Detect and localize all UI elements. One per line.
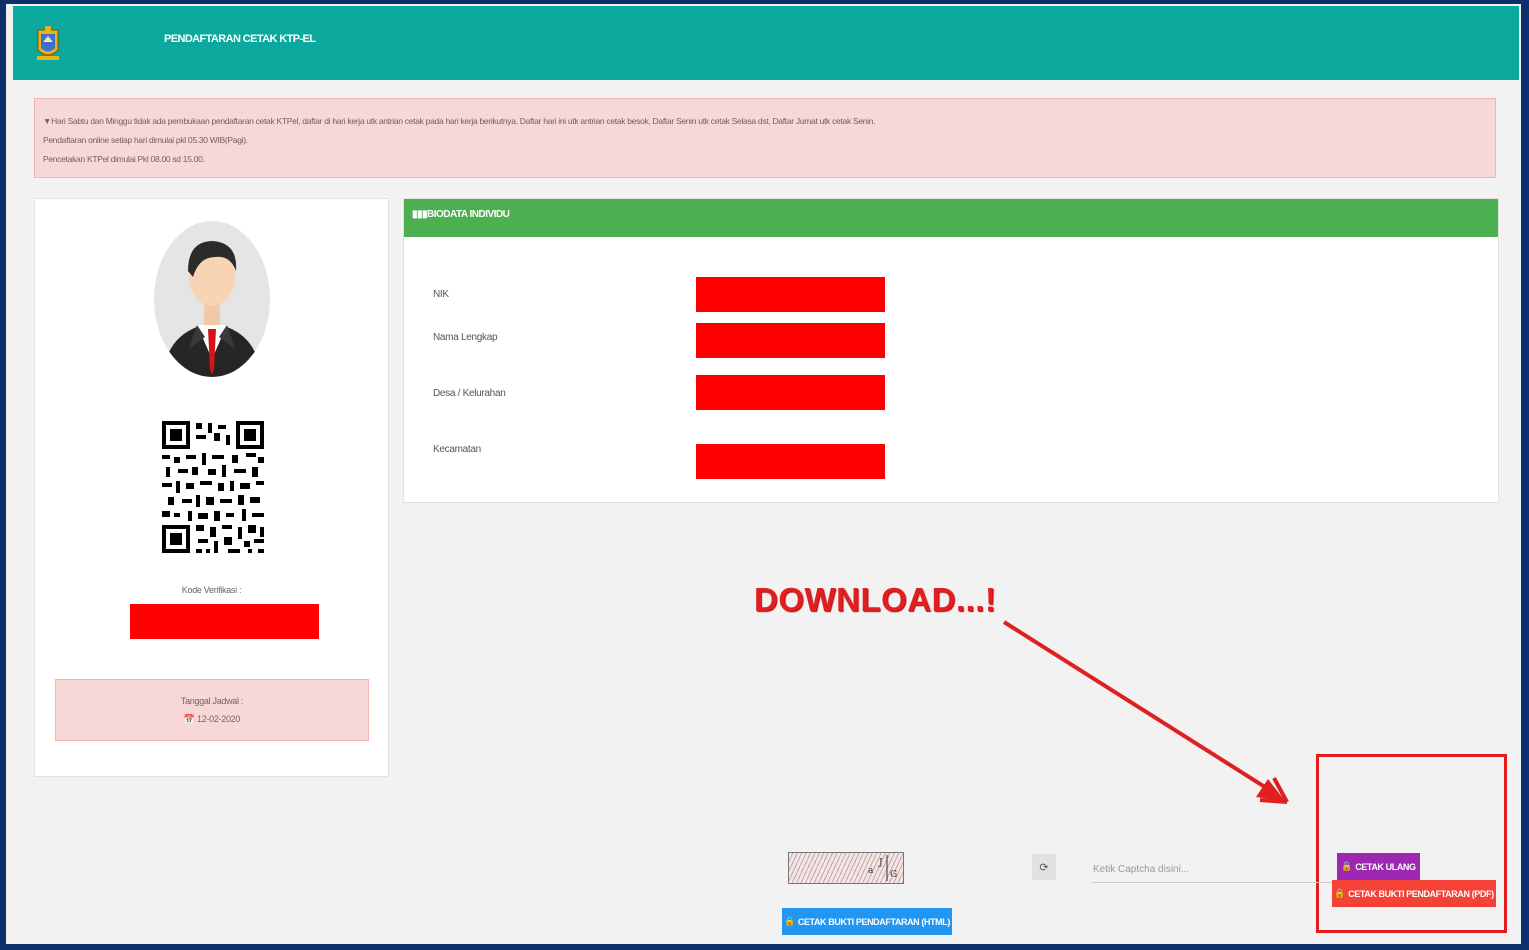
captcha-input[interactable] — [1092, 856, 1333, 883]
field-label-kecamatan: Kecamatan — [433, 444, 481, 455]
alert-icon: ▼ — [43, 116, 52, 126]
user-avatar — [154, 221, 270, 377]
profile-card: Kode Verifikasi : Tanggal Jadwal : 📅 12-… — [34, 198, 389, 777]
alert-line-1: Hari Sabtu dan Minggu tidak ada pembukaa… — [51, 116, 876, 126]
lock-icon: 🔒 — [1341, 861, 1353, 871]
qr-code — [162, 421, 264, 557]
alert-line-2: Pendaftaran online setiap hari dimulai p… — [43, 135, 248, 145]
captcha-glyphs: a J G — [868, 855, 897, 881]
field-label-desa: Desa / Kelurahan — [433, 388, 506, 399]
svg-text:J: J — [878, 858, 883, 868]
field-label-nik: NIK — [433, 289, 449, 300]
svg-text:a: a — [868, 866, 874, 876]
cetak-pdf-button[interactable]: 🔒 CETAK BUKTI PENDAFTARAN (PDF) — [1332, 880, 1496, 907]
schedule-box: Tanggal Jadwal : 📅 12-02-2020 — [55, 679, 369, 741]
app-title: PENDAFTARAN CETAK KTP-EL — [164, 33, 316, 45]
captcha-refresh-button[interactable]: ⟳ — [1032, 854, 1056, 880]
schedule-label: Tanggal Jadwal : — [180, 696, 244, 706]
field-value-nama-redacted — [696, 323, 885, 358]
calendar-icon: 📅 — [183, 714, 195, 724]
schedule-date: 12-02-2020 — [197, 714, 241, 724]
field-label-nama: Nama Lengkap — [433, 332, 498, 343]
alert-line-3: Pencetakan KTPel dimulai Pkl 08.00 sd 15… — [43, 154, 205, 164]
barcode-icon: ▮▮▮ — [412, 209, 428, 220]
info-alert: ▼Hari Sabtu dan Minggu tidak ada pembuka… — [34, 98, 1496, 178]
captcha-image: a J G — [788, 852, 904, 884]
biodata-title: BIODATA INDIVIDU — [427, 209, 510, 220]
verification-code-label: Kode Verifikasi : — [181, 585, 242, 595]
field-value-kecamatan-redacted — [696, 444, 885, 479]
biodata-card: ▮▮▮BIODATA INDIVIDU NIK Nama Lengkap Des… — [403, 198, 1499, 503]
lock-icon: 🔒 — [1334, 888, 1346, 898]
verification-code-redacted — [130, 604, 319, 639]
lock-icon: 🔒 — [784, 916, 795, 926]
field-value-nik-redacted — [696, 277, 885, 312]
field-value-desa-redacted — [696, 375, 885, 410]
cetak-ulang-button[interactable]: 🔒 CETAK ULANG — [1337, 853, 1420, 880]
refresh-icon: ⟳ — [1039, 861, 1049, 874]
screenshot-frame: PENDAFTARAN CETAK KTP-EL ▼Hari Sabtu dan… — [6, 4, 1521, 944]
biodata-card-header: ▮▮▮BIODATA INDIVIDU — [404, 199, 1498, 237]
download-annotation: DOWNLOAD...! — [754, 581, 997, 618]
top-navbar: PENDAFTARAN CETAK KTP-EL — [13, 6, 1519, 80]
province-logo-icon — [37, 26, 59, 60]
svg-text:G: G — [890, 870, 897, 880]
cetak-html-button[interactable]: 🔒 CETAK BUKTI PENDAFTARAN (HTML) — [782, 908, 952, 935]
